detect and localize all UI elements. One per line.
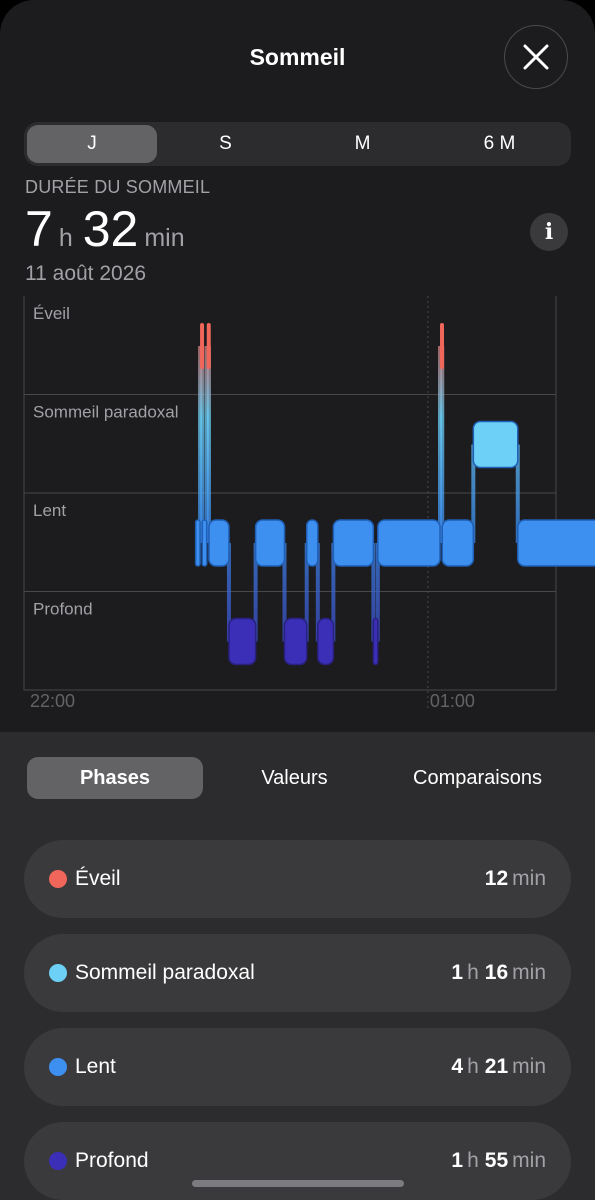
hypnogram: Éveil Sommeil paradoxal Lent Profond 22:00 01… [23,296,595,711]
phase-row-light[interactable]: Lent 4 h 21 min [24,1028,571,1106]
rem-color-dot [49,964,67,982]
stage-transition [206,346,211,543]
stage-segment-lent [201,519,208,567]
duration-hours: 1 [451,961,464,984]
phase-label: Éveil [75,867,121,890]
view-segmented-control: Phases Valeurs Comparaisons [24,754,572,802]
home-indicator[interactable] [192,1180,404,1187]
info-icon: i [544,219,554,245]
hours-unit: h [467,961,479,984]
stage-label: Profond [33,600,93,619]
tab-six-months[interactable]: 6 M [431,125,568,163]
phase-row-rem[interactable]: Sommeil paradoxal 1 h 16 min [24,934,571,1012]
time-tick-label: 01:00 [430,691,475,711]
stage-segment-lent [254,519,286,567]
duration-value: 7 h 32 min [25,200,195,258]
period-segmented-control: J S M 6 M [24,122,571,166]
duration-hours: 1 [451,1149,464,1172]
phase-label: Sommeil paradoxal [75,961,255,984]
duration-hours: 4 [451,1055,464,1078]
tab-phases[interactable]: Phases [27,757,203,799]
minutes-unit: min [512,867,546,890]
duration-minutes: 21 [484,1055,509,1078]
close-button[interactable] [504,25,568,89]
stage-segment-lent [377,519,441,567]
duration-hours: 7 [25,201,53,257]
duration-label: DURÉE DU SOMMEIL [25,177,211,197]
tab-month[interactable]: M [294,125,431,163]
minutes-unit: min [512,1149,546,1172]
phase-row-deep[interactable]: Profond 1 h 55 min [24,1122,571,1200]
stage-segment-lent [517,519,595,567]
deep-color-dot [49,1152,67,1170]
duration-minutes: 12 [484,867,509,890]
tab-day[interactable]: J [27,125,157,163]
stage-segment-lent [441,519,475,567]
duration-minutes-unit: min [144,224,185,252]
stage-segment-lent [194,519,201,567]
phase-duration: 1 h 55 min [451,1149,546,1173]
stage-label: Lent [33,501,66,520]
stage-segment-lent [332,519,375,567]
stage-segment-lent [305,519,319,567]
phase-row-awake[interactable]: Éveil 12 min [24,840,571,918]
phase-duration: 4 h 21 min [451,1055,546,1079]
stage-segment-éveil [206,323,211,369]
stage-segment-lent [208,519,230,567]
info-button[interactable]: i [530,213,568,251]
tab-values[interactable]: Valeurs [203,757,386,799]
duration-hours-unit: h [58,224,73,252]
phase-label: Lent [75,1055,116,1078]
hours-unit: h [467,1149,479,1172]
phase-duration: 12 min [485,867,546,891]
stage-segment-profond [317,617,335,666]
time-tick-label: 22:00 [30,691,75,711]
stage-segment-profond [372,617,379,666]
sleep-stages-chart: Éveil Sommeil paradoxal Lent Profond 22:00 01… [0,292,595,722]
stage-transition [440,346,445,543]
awake-color-dot [49,870,67,888]
close-icon [523,44,549,70]
stage-segment-profond [228,617,257,666]
stage-segment-éveil [200,323,205,369]
sleep-date: 11 août 2026 [25,262,147,285]
phase-label: Profond [75,1149,149,1172]
duration-minutes: 55 [484,1149,509,1172]
duration-minutes: 32 [82,201,139,257]
phase-duration: 1 h 16 min [451,961,546,985]
minutes-unit: min [512,961,546,984]
stage-transition [200,346,205,543]
stage-segment-profond [283,617,308,666]
stage-label: Éveil [33,304,70,323]
tab-comparisons[interactable]: Comparaisons [386,757,569,799]
stage-segment-éveil [440,323,445,369]
stage-segment-sommeil-paradoxal [472,420,519,469]
minutes-unit: min [512,1055,546,1078]
hours-unit: h [467,1055,479,1078]
duration-minutes: 16 [484,961,509,984]
tab-week[interactable]: S [157,125,294,163]
stage-label: Sommeil paradoxal [33,403,179,422]
light-color-dot [49,1058,67,1076]
sleep-sheet: Sommeil J S M 6 M DURÉE DU SOMMEIL 7 h 3… [0,0,595,1200]
